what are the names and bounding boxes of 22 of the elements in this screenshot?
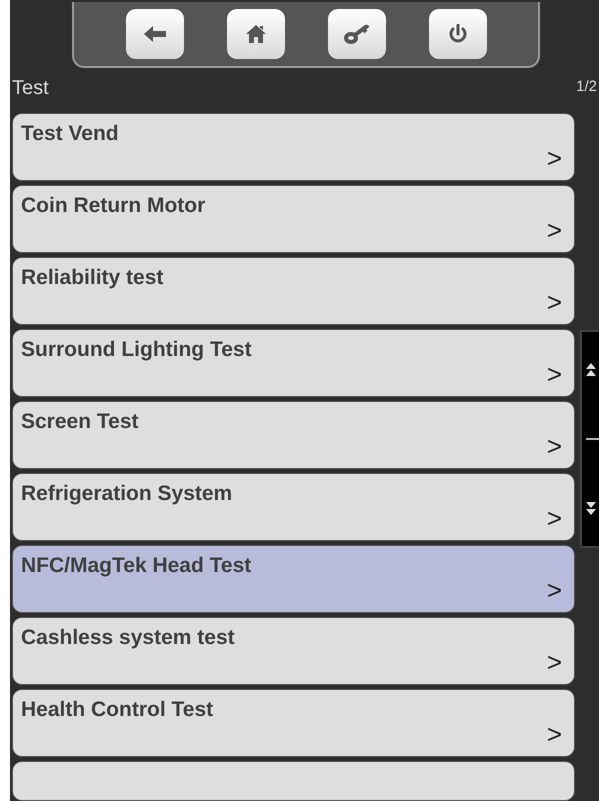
screen-title: Test bbox=[12, 76, 49, 101]
scroll-up-icon[interactable] bbox=[586, 362, 596, 377]
menu-item[interactable]: Refrigeration System > bbox=[12, 473, 575, 541]
back-arrow-icon bbox=[144, 26, 166, 42]
menu-item[interactable]: Reliability test > bbox=[12, 257, 575, 325]
menu-item[interactable]: Surround Lighting Test > bbox=[12, 329, 575, 397]
key-icon bbox=[344, 23, 370, 46]
menu-item[interactable]: Health Control Test > bbox=[12, 689, 575, 757]
menu-item[interactable]: Coin Return Motor > bbox=[12, 185, 575, 253]
menu-item[interactable]: Cashless system test > bbox=[12, 617, 575, 685]
menu-item[interactable] bbox=[12, 761, 575, 801]
power-button[interactable] bbox=[428, 9, 486, 60]
home-button[interactable] bbox=[226, 9, 284, 60]
menu-item[interactable]: NFC/MagTek Head Test > bbox=[12, 545, 575, 613]
power-icon bbox=[448, 24, 468, 44]
scroll-down-icon[interactable] bbox=[586, 501, 596, 516]
menu-item[interactable]: Test Vend > bbox=[12, 113, 575, 181]
back-button[interactable] bbox=[126, 9, 184, 60]
menu-item[interactable]: Screen Test > bbox=[12, 401, 575, 469]
page-indicator: 1/2 bbox=[576, 77, 597, 98]
key-button[interactable] bbox=[328, 9, 386, 60]
home-icon bbox=[246, 25, 266, 44]
